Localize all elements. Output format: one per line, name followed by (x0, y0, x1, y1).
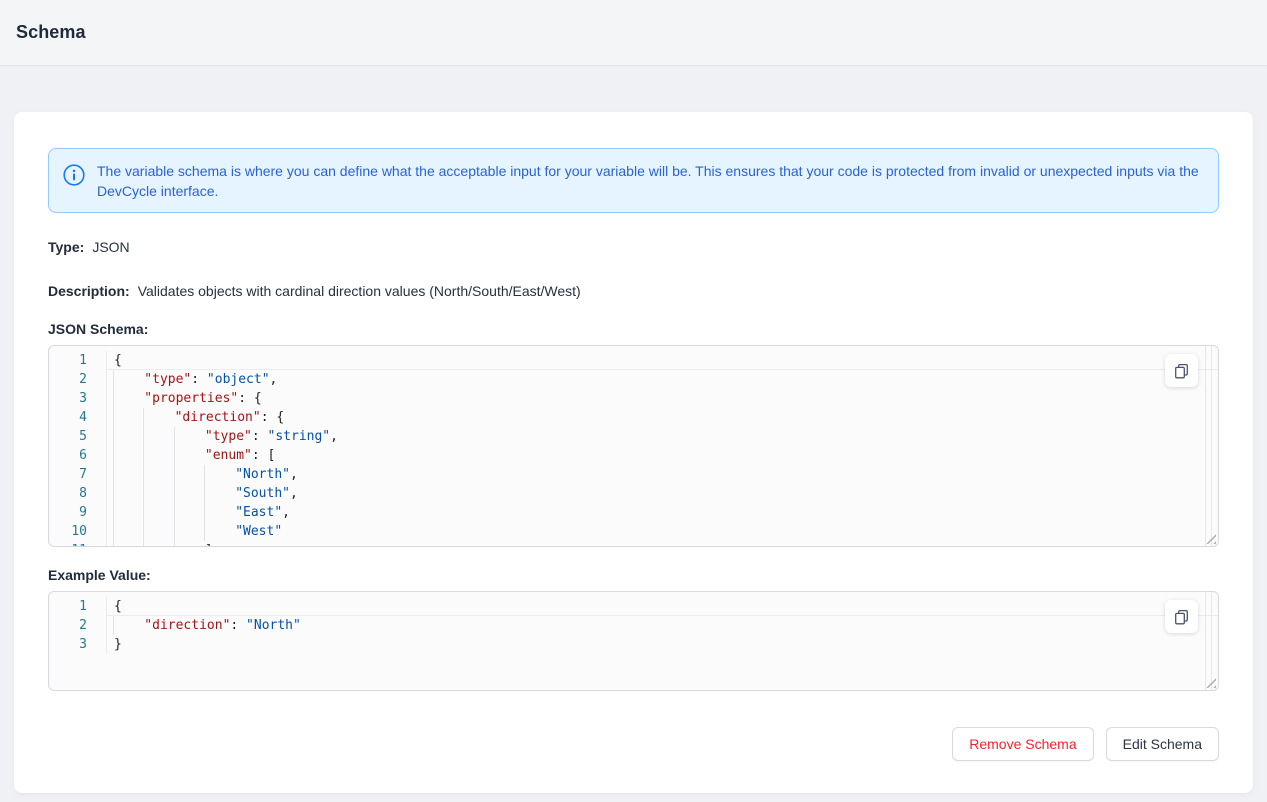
actions-row: Remove Schema Edit Schema (48, 727, 1219, 761)
line-number: 3 (49, 389, 106, 408)
indent-guide (113, 616, 144, 635)
indent-guide (174, 446, 205, 465)
indent-guide (113, 408, 144, 427)
example-value-editor[interactable]: 1{2"direction": "North"3} (48, 591, 1219, 691)
line-number: 5 (49, 427, 106, 446)
line-number: 1 (49, 351, 106, 370)
code-line[interactable]: 3"properties": { (49, 389, 1218, 408)
line-number: 2 (49, 370, 106, 389)
code-line[interactable]: 1{ (49, 351, 1218, 370)
page-header: Schema (0, 0, 1267, 66)
json-schema-label: JSON Schema: (48, 319, 1219, 339)
indent-guide (113, 465, 144, 484)
line-number: 6 (49, 446, 106, 465)
indent-guide (174, 503, 205, 522)
line-number: 9 (49, 503, 106, 522)
code-line[interactable]: 7"North", (49, 465, 1218, 484)
description-row: Description: Validates objects with cardi… (48, 281, 1219, 301)
line-number: 10 (49, 522, 106, 541)
indent-guide (174, 465, 205, 484)
indent-guide (113, 484, 144, 503)
line-number: 7 (49, 465, 106, 484)
indent-guide (143, 522, 174, 541)
example-value-label: Example Value: (48, 565, 1219, 585)
indent-guide (143, 484, 174, 503)
code-line[interactable]: 9"East", (49, 503, 1218, 522)
code-line[interactable]: 6"enum": [ (49, 446, 1218, 465)
indent-guide (113, 389, 144, 408)
indent-guide (174, 484, 205, 503)
indent-guide (143, 446, 174, 465)
indent-guide (113, 503, 144, 522)
copy-button[interactable] (1165, 600, 1198, 633)
indent-guide (113, 446, 144, 465)
indent-guide (204, 503, 235, 522)
code-line[interactable]: 2"direction": "North" (49, 616, 1218, 635)
line-number: 11 (49, 541, 106, 547)
code-line[interactable]: 11] (49, 541, 1218, 547)
indent-guide (204, 465, 235, 484)
info-icon (63, 164, 85, 189)
remove-schema-button[interactable]: Remove Schema (952, 727, 1093, 761)
description-label: Description: (48, 283, 130, 299)
line-number: 3 (49, 635, 106, 654)
copy-button[interactable] (1165, 354, 1198, 387)
code-line[interactable]: 5"type": "string", (49, 427, 1218, 446)
page-title: Schema (16, 22, 86, 43)
indent-guide (174, 541, 205, 547)
indent-guide (143, 541, 174, 547)
json-schema-editor[interactable]: 1{2"type": "object",3"properties": {4"di… (48, 345, 1219, 547)
description-value: Validates objects with cardinal directio… (138, 283, 581, 299)
indent-guide (143, 503, 174, 522)
code-line[interactable]: 2"type": "object", (49, 370, 1218, 389)
code-line[interactable]: 1{ (49, 597, 1218, 616)
indent-guide (174, 522, 205, 541)
code-line[interactable]: 10"West" (49, 522, 1218, 541)
line-number: 4 (49, 408, 106, 427)
indent-guide (113, 541, 144, 547)
line-number: 2 (49, 616, 106, 635)
indent-guide (143, 427, 174, 446)
indent-guide (113, 427, 144, 446)
code-line[interactable]: 4"direction": { (49, 408, 1218, 427)
line-number: 8 (49, 484, 106, 503)
type-value: JSON (92, 239, 129, 255)
copy-icon (1173, 362, 1190, 379)
indent-guide (174, 427, 205, 446)
info-alert: The variable schema is where you can def… (48, 148, 1219, 213)
schema-card: The variable schema is where you can def… (14, 112, 1253, 793)
type-label: Type: (48, 239, 84, 255)
indent-guide (143, 465, 174, 484)
scrollbar-track[interactable] (1205, 346, 1212, 546)
editor-content: 1{2"type": "object",3"properties": {4"di… (49, 346, 1218, 547)
code-line[interactable]: 8"South", (49, 484, 1218, 503)
code-line[interactable]: 3} (49, 635, 1218, 654)
copy-icon (1173, 608, 1190, 625)
indent-guide (204, 522, 235, 541)
editor-content: 1{2"direction": "North"3} (49, 592, 1218, 654)
indent-guide (143, 408, 174, 427)
info-alert-text: The variable schema is where you can def… (97, 160, 1202, 201)
line-number: 1 (49, 597, 106, 616)
indent-guide (204, 484, 235, 503)
type-row: Type: JSON (48, 237, 1219, 257)
indent-guide (113, 522, 144, 541)
edit-schema-button[interactable]: Edit Schema (1106, 727, 1219, 761)
scrollbar-track[interactable] (1205, 592, 1212, 690)
indent-guide (113, 370, 144, 389)
